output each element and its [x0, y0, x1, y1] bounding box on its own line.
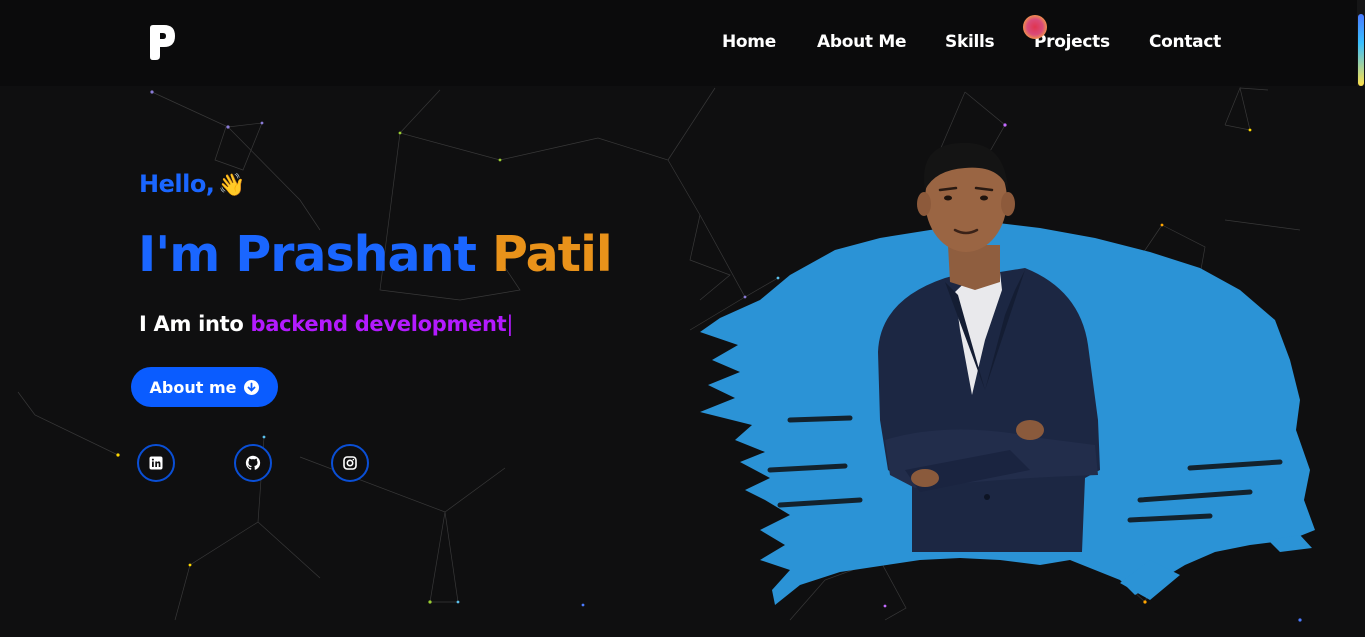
- typed-role-text: backend development: [250, 312, 507, 336]
- nav-projects-link[interactable]: Projects: [1034, 32, 1110, 52]
- github-button[interactable]: [234, 444, 272, 482]
- hero-tagline: I Am into backend development|: [139, 312, 513, 336]
- profile-photo: [700, 142, 1315, 605]
- greeting-text: Hello,: [139, 170, 215, 198]
- waving-hand-icon: 👋: [218, 173, 246, 198]
- about-me-button[interactable]: About me: [131, 367, 278, 407]
- hero-name: I'm Prashant Patil: [138, 226, 613, 283]
- about-me-button-label: About me: [149, 377, 237, 397]
- nav-contact-link[interactable]: Contact: [1149, 32, 1221, 52]
- nav-skills-link[interactable]: Skills: [945, 32, 995, 52]
- arrow-down-circle-icon: [244, 379, 260, 395]
- name-first: I'm Prashant: [138, 226, 477, 283]
- p-logo-icon[interactable]: [147, 24, 177, 62]
- instagram-icon: [343, 456, 357, 470]
- typing-caret: |: [506, 312, 514, 336]
- nav-home-link[interactable]: Home: [722, 32, 776, 52]
- scrollbar-thumb[interactable]: [1358, 14, 1364, 86]
- custom-cursor-dot: [1023, 15, 1047, 39]
- tagline-prefix: I Am into: [139, 312, 244, 336]
- nav-about-me-link[interactable]: About Me: [817, 32, 907, 52]
- top-navbar: Home About Me Skills Projects Contact: [0, 0, 1365, 86]
- page: Home About Me Skills Projects Contact He…: [0, 0, 1365, 637]
- instagram-button[interactable]: [331, 444, 369, 482]
- github-icon: [245, 455, 261, 470]
- linkedin-button[interactable]: [137, 444, 175, 482]
- hero-greeting: Hello, 👋: [139, 170, 246, 198]
- name-last: Patil: [491, 226, 613, 283]
- linkedin-icon: [149, 456, 163, 470]
